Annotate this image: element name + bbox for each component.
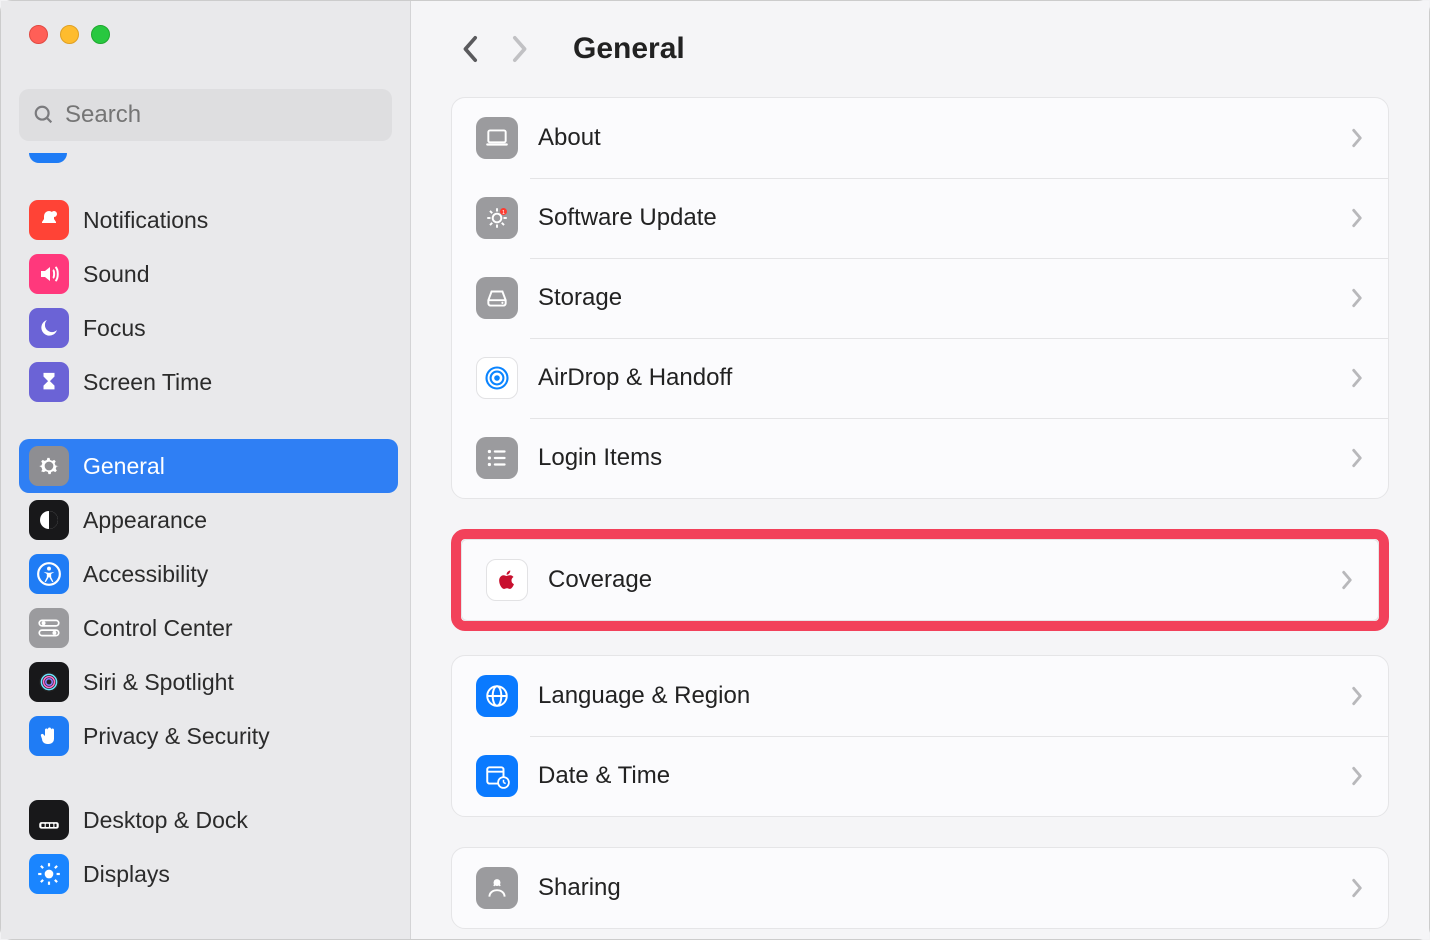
zoom-window-button[interactable] [91, 25, 110, 44]
chevron-right-icon [1340, 569, 1354, 591]
sidebar-item-sound[interactable]: Sound [19, 247, 398, 301]
sidebar-item-partial [29, 153, 398, 167]
airdrop-icon [476, 357, 518, 399]
calendar-clock-icon [476, 755, 518, 797]
chevron-right-icon [1350, 127, 1364, 149]
laptop-icon [476, 117, 518, 159]
chevron-right-icon [1350, 685, 1364, 707]
sidebar-item-control-center[interactable]: Control Center [19, 601, 398, 655]
sidebar-item-label: Notifications [83, 207, 208, 234]
chevron-right-icon [1350, 367, 1364, 389]
hourglass-icon [29, 362, 69, 402]
chevron-right-icon [1350, 287, 1364, 309]
dock-icon [29, 800, 69, 840]
row-sharing[interactable]: Sharing [452, 848, 1388, 928]
search-input[interactable] [55, 101, 378, 129]
bell-badge-icon [29, 200, 69, 240]
row-date-time[interactable]: Date & Time [452, 736, 1388, 816]
row-label: Software Update [538, 204, 1350, 232]
appearance-icon [29, 500, 69, 540]
apple-icon [486, 559, 528, 601]
header: General [411, 1, 1429, 97]
gear-icon [29, 446, 69, 486]
close-window-button[interactable] [29, 25, 48, 44]
row-software-update[interactable]: 1 Software Update [452, 178, 1388, 258]
row-label: Coverage [548, 566, 1340, 594]
forward-button[interactable] [499, 29, 539, 69]
sidebar-item-label: Privacy & Security [83, 723, 270, 750]
row-storage[interactable]: Storage [452, 258, 1388, 338]
sidebar-item-general[interactable]: General [19, 439, 398, 493]
sidebar-item-displays[interactable]: Displays [19, 847, 398, 901]
sidebar-item-label: Desktop & Dock [83, 807, 248, 834]
globe-icon [476, 675, 518, 717]
row-login-items[interactable]: Login Items [452, 418, 1388, 498]
sidebar-item-privacy-security[interactable]: Privacy & Security [19, 709, 398, 763]
hand-icon [29, 716, 69, 756]
settings-group: Sharing [451, 847, 1389, 929]
sidebar-item-appearance[interactable]: Appearance [19, 493, 398, 547]
settings-group: Coverage [461, 539, 1379, 621]
sidebar-item-notifications[interactable]: Notifications [19, 193, 398, 247]
chevron-right-icon [1350, 207, 1364, 229]
row-label: Date & Time [538, 762, 1350, 790]
search-icon [33, 104, 55, 126]
sidebar-item-label: Control Center [83, 615, 233, 642]
search-container [1, 71, 410, 141]
row-language-region[interactable]: Language & Region [452, 656, 1388, 736]
row-label: Login Items [538, 444, 1350, 472]
search-field[interactable] [19, 89, 392, 141]
sun-icon [29, 854, 69, 894]
window-controls [1, 1, 410, 71]
page-title: General [573, 32, 685, 66]
main-panel: General About 1 Software Update [411, 1, 1429, 939]
chevron-right-icon [1350, 877, 1364, 899]
chevron-right-icon [1350, 765, 1364, 787]
settings-group: Language & Region Date & Time [451, 655, 1389, 817]
row-label: AirDrop & Handoff [538, 364, 1350, 392]
gear-badge-icon: 1 [476, 197, 518, 239]
sidebar-item-label: Focus [83, 315, 146, 342]
settings-group: About 1 Software Update Storage [451, 97, 1389, 499]
sidebar-item-label: Accessibility [83, 561, 208, 588]
sidebar-item-label: Appearance [83, 507, 207, 534]
row-label: About [538, 124, 1350, 152]
sidebar-item-siri-spotlight[interactable]: Siri & Spotlight [19, 655, 398, 709]
svg-text:1: 1 [502, 210, 505, 216]
back-button[interactable] [451, 29, 491, 69]
row-about[interactable]: About [452, 98, 1388, 178]
chevron-right-icon [1350, 447, 1364, 469]
siri-icon [29, 662, 69, 702]
moon-icon [29, 308, 69, 348]
row-label: Storage [538, 284, 1350, 312]
row-coverage[interactable]: Coverage [462, 540, 1378, 620]
disk-icon [476, 277, 518, 319]
highlight-annotation: Coverage [451, 529, 1389, 631]
sharing-icon [476, 867, 518, 909]
speaker-icon [29, 254, 69, 294]
sidebar-item-screen-time[interactable]: Screen Time [19, 355, 398, 409]
sidebar-item-label: Displays [83, 861, 170, 888]
content: About 1 Software Update Storage [411, 97, 1429, 939]
sidebar-item-focus[interactable]: Focus [19, 301, 398, 355]
sidebar-item-label: Sound [83, 261, 150, 288]
sidebar-item-accessibility[interactable]: Accessibility [19, 547, 398, 601]
sidebar: Notifications Sound Focus Screen Time [1, 1, 411, 939]
minimize-window-button[interactable] [60, 25, 79, 44]
row-airdrop-handoff[interactable]: AirDrop & Handoff [452, 338, 1388, 418]
sidebar-item-label: Screen Time [83, 369, 212, 396]
row-label: Language & Region [538, 682, 1350, 710]
toggles-icon [29, 608, 69, 648]
row-label: Sharing [538, 874, 1350, 902]
list-icon [476, 437, 518, 479]
sidebar-item-label: Siri & Spotlight [83, 669, 234, 696]
sidebar-item-desktop-dock[interactable]: Desktop & Dock [19, 793, 398, 847]
sidebar-nav: Notifications Sound Focus Screen Time [1, 141, 410, 939]
sidebar-item-label: General [83, 453, 165, 480]
accessibility-icon [29, 554, 69, 594]
